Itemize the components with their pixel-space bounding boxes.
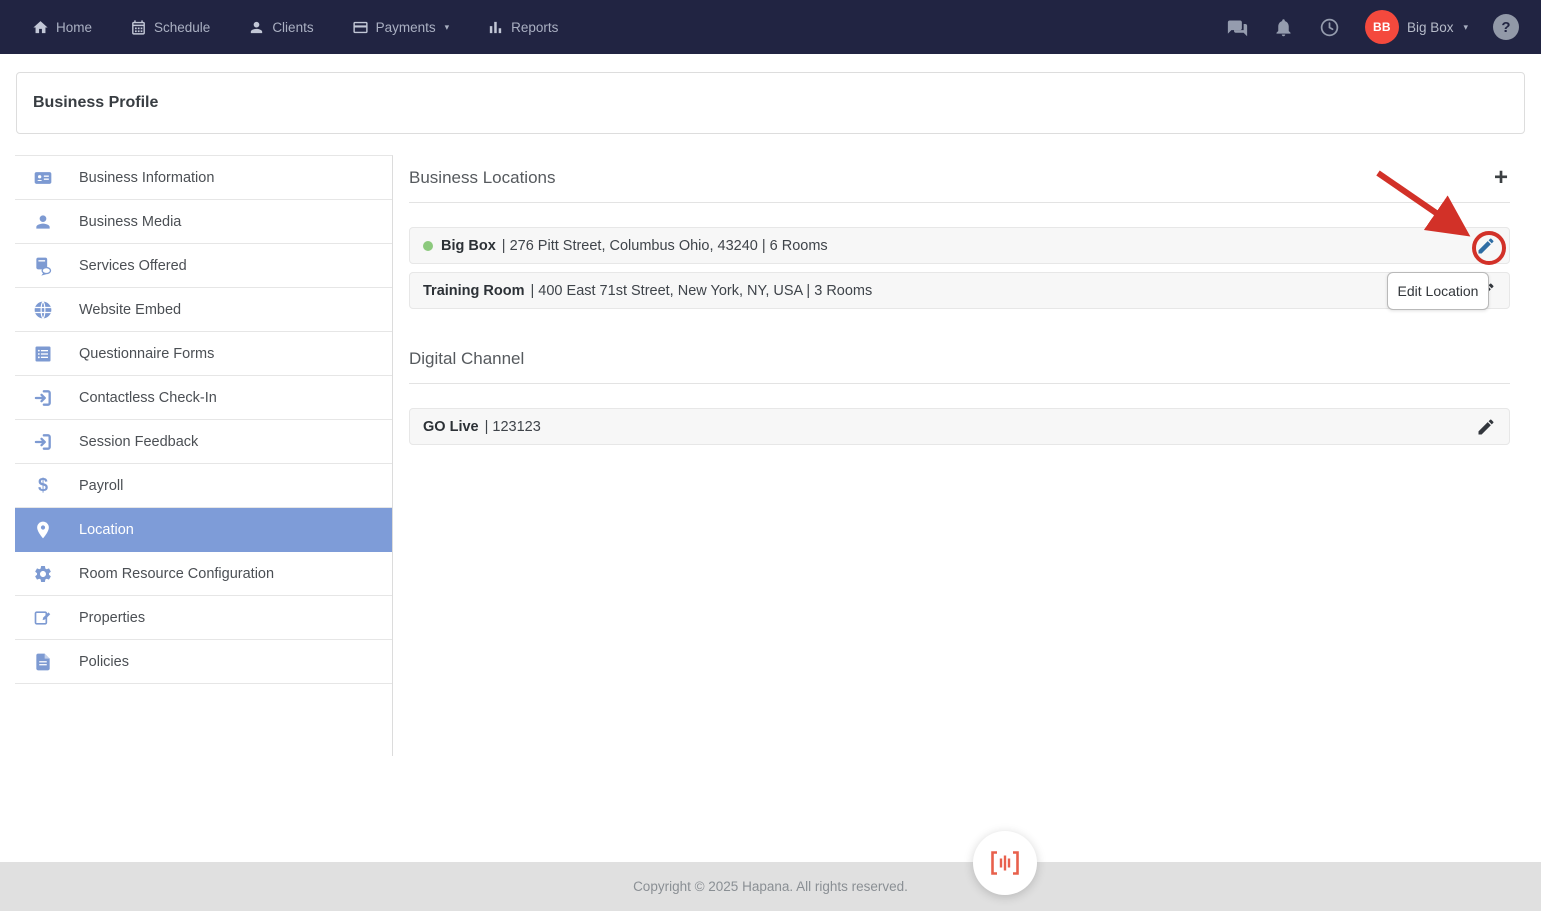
sidebar-item-label: Contactless Check-In: [79, 389, 217, 406]
nav-right-group: BB Big Box ▾ ?: [1227, 10, 1519, 44]
account-menu[interactable]: BB Big Box ▾: [1364, 10, 1468, 44]
nav-schedule-label: Schedule: [154, 19, 211, 35]
location-row-training-room[interactable]: Training Room | 400 East 71st Street, Ne…: [409, 272, 1510, 309]
channel-name: GO Live: [423, 418, 479, 435]
sidebar-item-label: Location: [79, 521, 134, 538]
sidebar-item-properties[interactable]: Properties: [15, 596, 392, 640]
sidebar-item-label: Business Information: [79, 169, 215, 186]
nav-left-group: Home Schedule Clients Payments ▾ Reports: [32, 19, 558, 36]
copyright-text: Copyright © 2025 Hapana. All rights rese…: [633, 879, 908, 894]
status-dot: [423, 240, 433, 251]
sidebar-item-label: Properties: [79, 609, 146, 626]
sidebar-item-location[interactable]: Location: [15, 508, 392, 552]
sidebar-item-business-media[interactable]: Business Media: [15, 200, 392, 244]
edit-location-tooltip: Edit Location: [1387, 272, 1489, 310]
nav-reports[interactable]: Reports: [487, 19, 558, 36]
bar-chart-icon: [487, 19, 504, 36]
digital-channel-title: Digital Channel: [409, 349, 525, 368]
sidebar-item-session-feedback[interactable]: Session Feedback: [15, 420, 392, 464]
avatar[interactable]: BB: [1364, 10, 1399, 44]
list-icon: [33, 344, 53, 364]
sidebar: Business Information Business Media Serv…: [15, 155, 393, 756]
chevron-down-icon: ▾: [444, 21, 450, 32]
chat-icon[interactable]: [1227, 17, 1248, 38]
sidebar-item-business-information[interactable]: Business Information: [15, 156, 392, 200]
id-card-icon: [33, 168, 53, 188]
calendar-icon: [130, 19, 147, 36]
help-icon[interactable]: ?: [1493, 14, 1519, 40]
gear-icon: [33, 564, 53, 584]
sidebar-item-room-resource-configuration[interactable]: Room Resource Configuration: [15, 552, 392, 596]
business-locations-list: Big Box | 276 Pitt Street, Columbus Ohio…: [409, 227, 1510, 309]
tooltip-label: Edit Location: [1397, 283, 1479, 299]
sidebar-item-services-offered[interactable]: Services Offered: [15, 244, 392, 288]
sidebar-item-questionnaire-forms[interactable]: Questionnaire Forms: [15, 332, 392, 376]
location-details: | 400 East 71st Street, New York, NY, US…: [530, 282, 873, 299]
sidebar-item-contactless-check-in[interactable]: Contactless Check-In: [15, 376, 392, 420]
business-locations-title: Business Locations: [409, 168, 556, 187]
edit-location-button[interactable]: [1476, 236, 1496, 256]
top-navigation: Home Schedule Clients Payments ▾ Reports…: [0, 0, 1541, 54]
user-icon: [248, 19, 265, 36]
channel-details: | 123123: [484, 418, 541, 435]
book-chat-icon: [33, 256, 53, 276]
sidebar-item-label: Business Media: [79, 213, 182, 230]
location-details: | 276 Pitt Street, Columbus Ohio, 43240 …: [501, 237, 828, 254]
document-icon: [33, 652, 53, 672]
digital-channel-header: Digital Channel: [409, 336, 1510, 384]
sidebar-item-label: Services Offered: [79, 257, 187, 274]
nav-home-label: Home: [56, 19, 93, 35]
sidebar-item-payroll[interactable]: $ Payroll: [15, 464, 392, 508]
sign-in-icon: [33, 388, 53, 408]
sidebar-item-label: Questionnaire Forms: [79, 345, 215, 362]
nav-reports-label: Reports: [511, 19, 559, 35]
content-area: Business Information Business Media Serv…: [0, 155, 1541, 756]
dollar-icon: $: [37, 475, 48, 495]
sidebar-item-policies[interactable]: Policies: [15, 640, 392, 684]
sidebar-item-label: Room Resource Configuration: [79, 565, 275, 582]
bell-icon[interactable]: [1273, 17, 1294, 38]
pencil-icon: [1476, 417, 1496, 437]
sidebar-item-label: Session Feedback: [79, 433, 199, 450]
sidebar-item-label: Policies: [79, 653, 129, 670]
sidebar-item-label: Website Embed: [79, 301, 182, 318]
nav-schedule[interactable]: Schedule: [130, 19, 210, 36]
chevron-down-icon: ▾: [1463, 21, 1468, 32]
add-location-button[interactable]: +: [1492, 166, 1510, 190]
location-name: Big Box: [441, 237, 496, 254]
location-row-big-box[interactable]: Big Box | 276 Pitt Street, Columbus Ohio…: [409, 227, 1510, 264]
account-name: Big Box: [1406, 19, 1454, 35]
person-icon: [33, 212, 53, 232]
globe-icon: [33, 300, 53, 320]
clock-icon[interactable]: [1319, 17, 1340, 38]
map-pin-icon: [33, 520, 53, 540]
edit-channel-button[interactable]: [1476, 417, 1496, 437]
page-title-card: Business Profile: [16, 72, 1525, 134]
business-locations-header: Business Locations +: [409, 155, 1510, 203]
home-icon: [32, 19, 49, 36]
digital-channel-row-go-live[interactable]: GO Live | 123123: [409, 408, 1510, 445]
sidebar-item-website-embed[interactable]: Website Embed: [15, 288, 392, 332]
sidebar-item-label: Payroll: [79, 477, 124, 494]
barcode-scan-icon: [989, 850, 1021, 876]
page-title: Business Profile: [33, 94, 159, 111]
sign-in-icon: [33, 432, 53, 452]
location-name: Training Room: [423, 282, 525, 299]
edit-note-icon: [33, 608, 53, 628]
brand-logo-button[interactable]: [973, 831, 1037, 895]
nav-home[interactable]: Home: [32, 19, 92, 36]
main-content: Business Locations + Big Box | 276 Pitt …: [393, 155, 1541, 453]
pencil-icon: [1476, 236, 1496, 256]
nav-payments-label: Clients: [272, 19, 314, 35]
credit-card-icon: [352, 19, 369, 36]
nav-payments[interactable]: Payments ▾: [352, 19, 450, 36]
footer: Copyright © 2025 Hapana. All rights rese…: [0, 862, 1541, 911]
digital-channel-list: GO Live | 123123: [409, 408, 1510, 445]
nav-clients[interactable]: Clients: [248, 19, 314, 36]
nav-clients-label: Payments: [375, 19, 436, 35]
